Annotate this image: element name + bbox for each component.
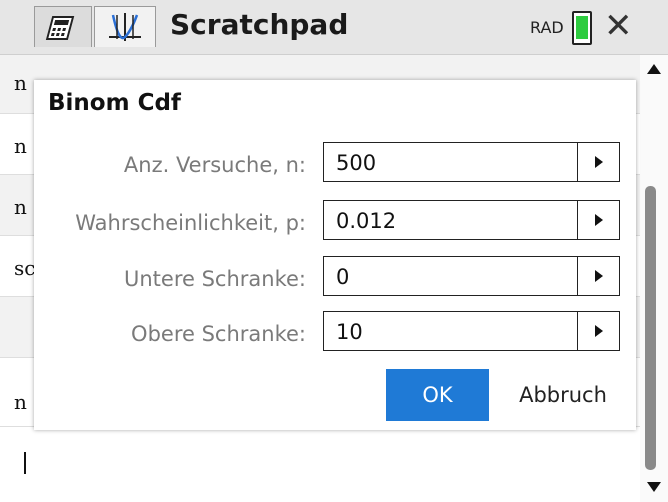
triangle-right-icon bbox=[595, 270, 603, 282]
angle-mode-indicator: RAD bbox=[530, 18, 564, 37]
graph-icon bbox=[109, 13, 141, 41]
tab-graph[interactable] bbox=[94, 6, 156, 47]
triangle-right-icon bbox=[595, 214, 603, 226]
binom-cdf-dialog: Binom Cdf Anz. Versuche, n: 500 Wahrsche… bbox=[34, 80, 636, 430]
upper-bound-field[interactable]: 10 bbox=[323, 311, 620, 351]
history-row-prefix: sc bbox=[14, 256, 36, 280]
scrollbar-thumb[interactable] bbox=[645, 186, 656, 470]
lower-bound-value: 0 bbox=[336, 265, 350, 289]
title-bar: Scratchpad RAD ✕ bbox=[0, 0, 668, 55]
field-label-lower-bound: Untere Schranke: bbox=[123, 267, 306, 291]
window-title: Scratchpad bbox=[170, 8, 349, 41]
calculator-icon bbox=[45, 16, 75, 40]
trials-arrow-button[interactable] bbox=[578, 143, 620, 181]
text-cursor bbox=[24, 452, 26, 474]
lower-bound-field[interactable]: 0 bbox=[323, 256, 620, 296]
trials-value: 500 bbox=[336, 151, 377, 175]
field-label-probability: Wahrscheinlichkeit, p: bbox=[75, 211, 306, 235]
upper-bound-arrow-button[interactable] bbox=[578, 312, 620, 350]
dialog-title: Binom Cdf bbox=[48, 90, 181, 116]
probability-arrow-button[interactable] bbox=[578, 201, 620, 239]
scroll-down-icon[interactable] bbox=[647, 482, 661, 492]
cancel-button[interactable]: Abbruch bbox=[502, 369, 624, 421]
history-row-prefix: n bbox=[14, 134, 27, 158]
lower-bound-arrow-button[interactable] bbox=[578, 257, 620, 295]
battery-icon bbox=[572, 11, 592, 45]
upper-bound-value: 10 bbox=[336, 320, 363, 344]
tab-calculator[interactable] bbox=[34, 6, 92, 47]
probability-field[interactable]: 0.012 bbox=[323, 200, 620, 240]
ok-button[interactable]: OK bbox=[386, 369, 489, 421]
entry-line[interactable] bbox=[0, 427, 640, 502]
history-row-prefix: n bbox=[14, 195, 27, 219]
triangle-right-icon bbox=[595, 156, 603, 168]
triangle-right-icon bbox=[595, 325, 603, 337]
field-label-upper-bound: Obere Schranke: bbox=[131, 322, 306, 346]
close-icon[interactable]: ✕ bbox=[604, 6, 633, 46]
field-label-trials: Anz. Versuche, n: bbox=[123, 153, 306, 177]
history-row-prefix: n bbox=[14, 71, 27, 95]
probability-value: 0.012 bbox=[336, 209, 397, 233]
scroll-up-icon[interactable] bbox=[647, 64, 661, 74]
history-row-prefix: n bbox=[14, 390, 27, 414]
trials-field[interactable]: 500 bbox=[323, 142, 620, 182]
